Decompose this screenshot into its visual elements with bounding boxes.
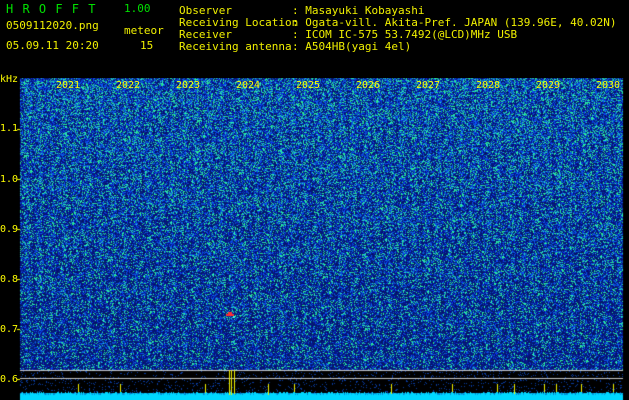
x-tick-label: 2022 xyxy=(116,80,141,91)
antenna-label: Receiving antenna xyxy=(179,40,292,53)
meteor-label: meteor xyxy=(124,24,164,37)
app-version: 1.00 xyxy=(124,2,151,15)
x-tick-label: 2026 xyxy=(356,80,381,91)
x-tick-label: 2025 xyxy=(296,80,321,91)
y-tick-label: 0.8 xyxy=(0,274,19,285)
x-tick-label: 2021 xyxy=(56,80,81,91)
y-tick-label: 1.0 xyxy=(0,174,19,185)
x-tick-label: 2028 xyxy=(476,80,501,91)
header-panel: H R O F F T 1.00 0509112020.png meteor 0… xyxy=(0,0,629,78)
x-tick-label: 2029 xyxy=(536,80,561,91)
file-name: 0509112020.png xyxy=(6,19,99,32)
y-tick-label: 1.1 xyxy=(0,123,19,134)
y-axis-unit: kHz xyxy=(0,74,19,85)
y-tick-label: 0.7 xyxy=(0,324,19,335)
antenna-value: : A504HB(yagi 4el) xyxy=(292,40,412,53)
x-tick-label: 2023 xyxy=(176,80,201,91)
y-tick-label: 0.9 xyxy=(0,224,19,235)
x-tick-label: 2024 xyxy=(236,80,261,91)
app-title: H R O F F T xyxy=(6,2,97,16)
timestamp: 05.09.11 20:20 xyxy=(6,39,99,52)
x-tick-label: 2030 xyxy=(596,80,621,91)
meteor-count: 15 xyxy=(140,39,154,52)
x-tick-label: 2027 xyxy=(416,80,441,91)
y-tick-label: 0.6 xyxy=(0,374,19,385)
